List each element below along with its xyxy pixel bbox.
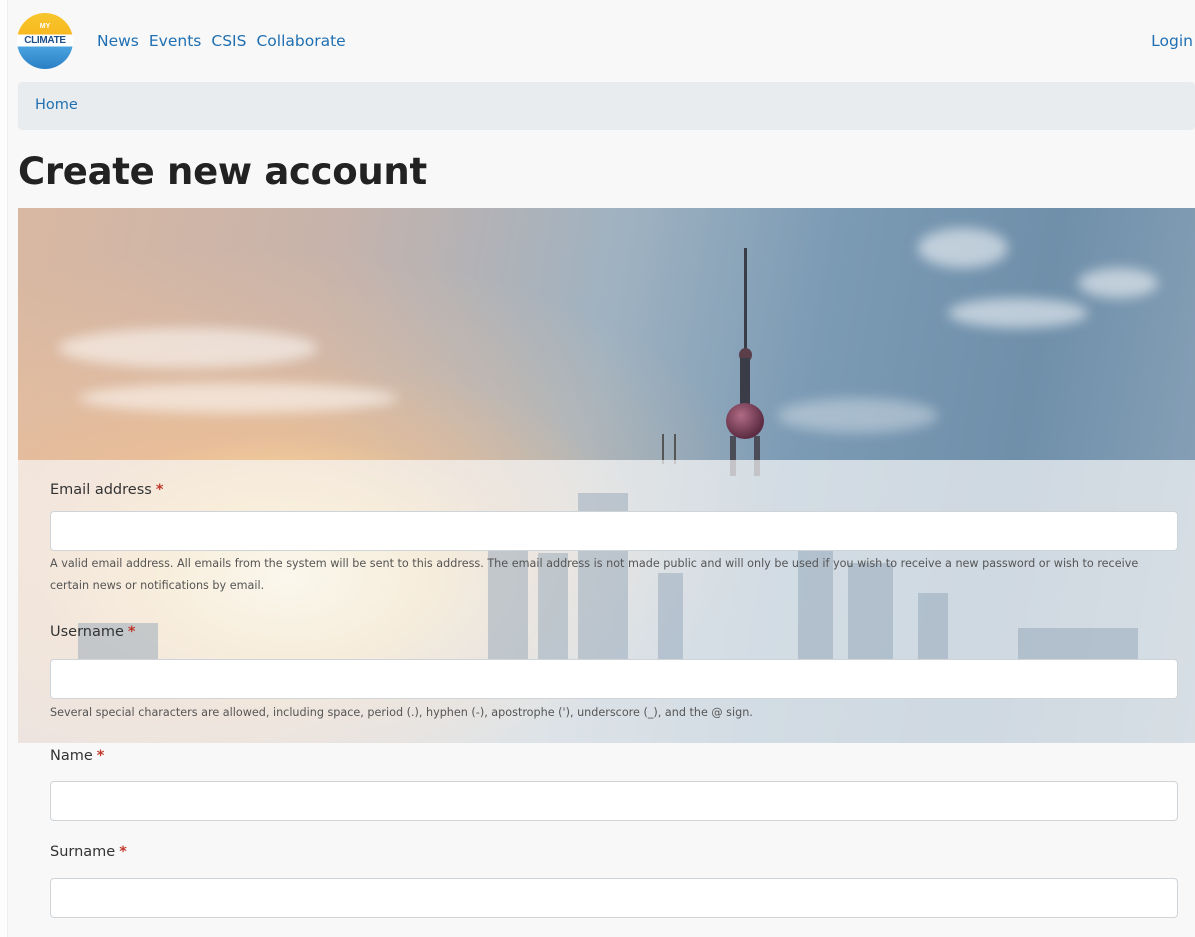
required-marker: * — [155, 482, 164, 498]
required-marker: * — [96, 748, 105, 764]
nav-item-events[interactable]: Events — [149, 32, 201, 50]
breadcrumb: Home — [18, 82, 1195, 130]
nav-item-news[interactable]: News — [97, 32, 139, 50]
username-help-text: Several special characters are allowed, … — [50, 706, 753, 719]
page-title: Create new account — [18, 150, 427, 193]
nav-item-csis[interactable]: CSIS — [211, 32, 246, 50]
top-navbar: MY CLIMATE News Events CSIS Collaborate … — [0, 0, 1195, 84]
surname-label-text: Surname — [50, 844, 116, 860]
page-left-border — [0, 0, 8, 937]
required-marker: * — [127, 624, 136, 640]
tv-tower-sphere — [726, 403, 764, 439]
username-field[interactable] — [50, 659, 1178, 699]
logo-main-text: CLIMATE — [24, 35, 66, 46]
site-logo[interactable]: MY CLIMATE — [17, 13, 73, 69]
name-field[interactable] — [50, 781, 1178, 821]
email-field[interactable] — [50, 511, 1178, 551]
email-label-text: Email address — [50, 482, 152, 498]
email-help-text: A valid email address. All emails from t… — [50, 557, 1139, 592]
surname-label: Surname * — [50, 844, 127, 860]
name-label-text: Name — [50, 748, 93, 764]
surname-field[interactable] — [50, 878, 1178, 918]
login-link[interactable]: Login — [1151, 32, 1193, 50]
username-label: Username * — [50, 624, 136, 640]
hero-fade-overlay — [18, 460, 1195, 743]
logo-top-text: MY — [39, 23, 51, 30]
required-marker: * — [119, 844, 127, 860]
username-label-text: Username — [50, 624, 124, 640]
breadcrumb-home-link[interactable]: Home — [35, 97, 78, 113]
email-label: Email address * — [50, 482, 163, 498]
name-label: Name * — [50, 748, 104, 764]
main-nav: News Events CSIS Collaborate — [97, 32, 346, 50]
nav-item-collaborate[interactable]: Collaborate — [256, 32, 345, 50]
